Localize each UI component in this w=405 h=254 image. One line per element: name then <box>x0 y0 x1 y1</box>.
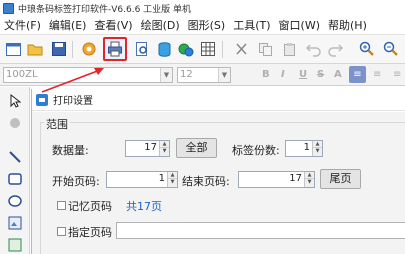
last-page-button[interactable]: 尾页 <box>320 169 361 189</box>
barcode-tool-icon[interactable] <box>6 237 24 253</box>
label-copies-spinner[interactable]: 1 ▲ ▼ <box>285 140 323 157</box>
spin-down-icon[interactable]: ▼ <box>313 148 322 155</box>
ellipse-tool-icon[interactable] <box>6 193 24 209</box>
image-tool-icon[interactable] <box>6 215 24 231</box>
specify-page-label: 指定页码 <box>68 226 112 239</box>
align-right-icon[interactable]: ≡ <box>393 69 401 80</box>
redo-icon[interactable] <box>326 40 344 58</box>
bold-button[interactable]: B <box>262 69 270 80</box>
spin-up-icon[interactable]: ▲ <box>168 172 177 179</box>
main-toolbar <box>0 34 405 64</box>
database-icon[interactable] <box>155 40 173 58</box>
print-settings-icon <box>36 93 48 106</box>
spin-up-icon[interactable]: ▲ <box>305 172 314 179</box>
save-icon[interactable] <box>50 40 68 58</box>
menu-edit[interactable]: 编辑(E) <box>45 17 91 33</box>
settings-gear-icon[interactable] <box>80 40 98 58</box>
quantity-spinner[interactable]: 17 ▲ ▼ <box>125 140 170 157</box>
start-page-value: 1 <box>158 173 165 184</box>
font-family-select[interactable]: 100ZL ▼ <box>3 67 173 83</box>
line-tool-icon[interactable] <box>6 149 24 165</box>
total-pages-text: 共17页 <box>126 200 162 213</box>
specify-page-checkbox[interactable] <box>57 227 66 236</box>
underline-button[interactable]: U <box>299 69 307 80</box>
quantity-value: 17 <box>144 142 157 153</box>
menu-tools[interactable]: 工具(T) <box>229 17 274 33</box>
zoom-in-icon[interactable] <box>358 40 376 58</box>
paste-icon[interactable] <box>280 40 298 58</box>
remember-page-label: 记忆页码 <box>68 200 112 213</box>
print-preview-icon[interactable] <box>133 40 151 58</box>
format-toolbar: 100ZL ▼ 12 ▼ B I U S A ≡ ≡ ≡ <box>0 64 405 86</box>
chevron-down-icon: ▼ <box>160 68 172 82</box>
font-family-value: 100ZL <box>6 69 38 80</box>
quantity-label: 数据量: <box>52 144 89 157</box>
align-center-icon[interactable]: ≡ <box>373 69 381 80</box>
cut-icon[interactable] <box>232 40 250 58</box>
menu-bar: 文件(F) 编辑(E) 查看(V) 绘图(D) 图形(S) 工具(T) 窗口(W… <box>0 16 405 34</box>
font-size-value: 12 <box>180 69 193 80</box>
app-icon <box>3 2 14 14</box>
dialog-body: 范围 数据量: 17 ▲ ▼ 全部 标签份数: 1 ▲ ▼ 开始页码: 1 ▲ ▼ 结… <box>32 112 405 254</box>
menu-view[interactable]: 查看(V) <box>90 17 136 33</box>
label-copies-label: 标签份数: <box>232 144 280 157</box>
left-tool-panel <box>0 87 30 254</box>
menu-file[interactable]: 文件(F) <box>0 17 45 33</box>
spin-down-icon[interactable]: ▼ <box>160 148 169 155</box>
italic-button[interactable]: I <box>281 69 285 80</box>
copy-icon[interactable] <box>256 40 274 58</box>
menu-draw[interactable]: 绘图(D) <box>137 17 184 33</box>
remember-page-checkbox[interactable] <box>57 201 66 210</box>
menu-shape[interactable]: 图形(S) <box>184 17 230 33</box>
window-title: 中琅条码标签打印软件-V6.6.6 工业版 单机 <box>18 4 192 15</box>
specify-page-input[interactable] <box>116 222 405 239</box>
undo-icon[interactable] <box>304 40 322 58</box>
select-arrow-icon[interactable] <box>6 93 24 109</box>
all-button[interactable]: 全部 <box>176 138 217 158</box>
open-folder-icon[interactable] <box>26 40 44 58</box>
grid-icon[interactable] <box>199 40 217 58</box>
spin-up-icon[interactable]: ▲ <box>160 141 169 148</box>
align-left-icon[interactable]: ≡ <box>349 66 366 83</box>
chevron-down-icon: ▼ <box>218 68 230 82</box>
label-copies-value: 1 <box>303 142 310 153</box>
menu-window[interactable]: 窗口(W) <box>275 17 324 33</box>
pan-tool-icon[interactable] <box>6 115 24 131</box>
dialog-title-bar: 打印设置 <box>32 89 405 111</box>
start-page-label: 开始页码: <box>52 175 100 188</box>
print-icon[interactable] <box>103 37 127 61</box>
font-color-button[interactable]: A <box>334 69 342 80</box>
end-page-label: 结束页码: <box>182 175 230 188</box>
spin-down-icon[interactable]: ▼ <box>168 179 177 186</box>
dialog-title: 打印设置 <box>53 96 93 107</box>
print-settings-dialog: 打印设置 范围 数据量: 17 ▲ ▼ 全部 标签份数: 1 ▲ ▼ 开始页码: 1… <box>31 89 405 254</box>
end-page-spinner[interactable]: 17 ▲ ▼ <box>238 171 315 188</box>
end-page-value: 17 <box>289 173 302 184</box>
start-page-spinner[interactable]: 1 ▲ ▼ <box>106 171 178 188</box>
strikethrough-button[interactable]: S <box>317 69 324 80</box>
new-document-icon[interactable] <box>4 40 22 58</box>
spin-down-icon[interactable]: ▼ <box>305 179 314 186</box>
zoom-out-icon[interactable] <box>382 40 400 58</box>
menu-help[interactable]: 帮助(H) <box>324 17 371 33</box>
data-source-icon[interactable] <box>177 40 195 58</box>
spin-up-icon[interactable]: ▲ <box>313 141 322 148</box>
font-size-select[interactable]: 12 ▼ <box>177 67 231 83</box>
rectangle-tool-icon[interactable] <box>6 171 24 187</box>
title-bar: 中琅条码标签打印软件-V6.6.6 工业版 单机 <box>0 0 405 16</box>
range-group-label: 范围 <box>44 116 70 132</box>
